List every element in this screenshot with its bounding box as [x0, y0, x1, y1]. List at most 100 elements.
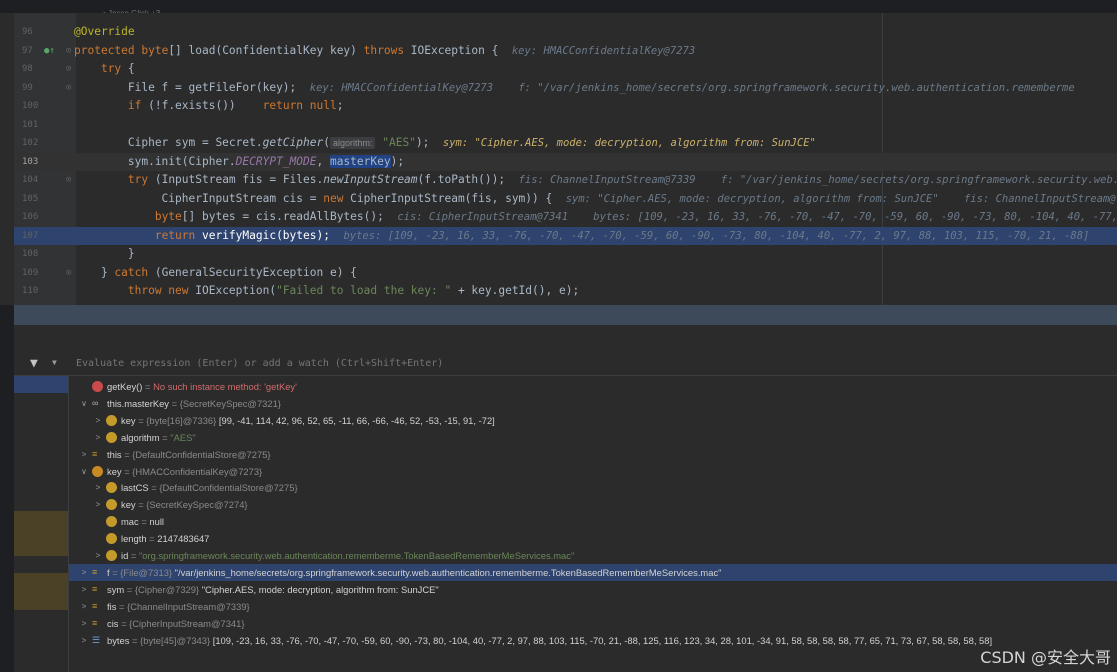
variable-row[interactable]: ∨ ∞ this.masterKey = {SecretKeySpec@7321}	[69, 395, 1117, 412]
code-line[interactable]: 98 ⊙ try {	[14, 60, 1117, 78]
chevron-right-icon[interactable]: >	[93, 429, 103, 446]
variable-eq: =	[109, 566, 121, 578]
chevron-right-icon[interactable]: >	[93, 479, 103, 496]
chevron-right-icon[interactable]: >	[93, 547, 103, 564]
field-icon	[106, 482, 117, 494]
line-number[interactable]: 98	[22, 60, 52, 78]
frames-panel	[14, 376, 69, 672]
line-number[interactable]: 103	[22, 153, 52, 171]
frame-selected[interactable]	[14, 376, 68, 393]
variable-row[interactable]: > key = {SecretKeySpec@7274}	[69, 496, 1117, 513]
line-number[interactable]: 105	[22, 190, 52, 208]
variable-eq: =	[121, 448, 133, 460]
variable-row[interactable]: mac = null	[69, 513, 1117, 530]
variable-name: bytes	[107, 634, 130, 646]
variable-meta: {HMACConfidentialKey@7273}	[132, 465, 263, 477]
frame-highlight[interactable]	[14, 573, 68, 610]
code-token: try	[100, 62, 128, 75]
code-editor[interactable]: 96 @Override 97 ●↑ ⊙ protected byte[] load(Co…	[0, 13, 1117, 305]
code-line[interactable]: 99 ⊙ File f = getFileFor(key); key: HMACC…	[14, 79, 1117, 97]
line-number[interactable]: 104	[22, 171, 52, 189]
code-token: Cipher sym = Secret.	[74, 136, 263, 149]
code-line[interactable]: 106 byte[] bytes = cis.readAllBytes(); c…	[14, 208, 1117, 226]
variable-meta: {File@7313}	[120, 566, 175, 578]
fold-icon[interactable]: ⊙	[66, 46, 71, 56]
chevron-right-icon[interactable]: >	[79, 632, 89, 649]
variable-row[interactable]: > lastCS = {DefaultConfidentialStore@7275…	[69, 479, 1117, 496]
variable-row[interactable]: > ≡ cis = {CipherInputStream@7341}	[69, 615, 1117, 632]
code-token: sym.init(Cipher.	[74, 154, 236, 168]
chevron-down-icon[interactable]: ∨	[79, 395, 89, 412]
line-number[interactable]: 110	[22, 282, 52, 300]
variable-text: length = 2147483647	[121, 530, 209, 547]
filter-icon[interactable]: ▼	[30, 356, 38, 371]
chevron-right-icon[interactable]: >	[79, 598, 89, 615]
override-marker-icon[interactable]: ●↑	[44, 46, 55, 56]
line-number[interactable]: 100	[22, 97, 52, 115]
watch-icon: ∞	[92, 397, 99, 408]
variable-text: fis = {ChannelInputStream@7339}	[107, 598, 250, 615]
variable-row[interactable]: > algorithm = "AES"	[69, 429, 1117, 446]
chevron-right-icon[interactable]: >	[79, 446, 89, 463]
fold-icon[interactable]: ⊙	[66, 268, 71, 278]
line-number[interactable]: 107	[22, 227, 52, 245]
variable-val: [99, -41, 114, 42, 96, 52, 65, -11, 66, …	[218, 414, 495, 426]
variable-eq: =	[146, 533, 158, 545]
variable-row[interactable]: > ≡ fis = {ChannelInputStream@7339}	[69, 598, 1117, 615]
line-number[interactable]: 96	[22, 23, 52, 41]
inline-debug-value: key: HMACConfidentialKey@7273 f: "/var/j…	[309, 81, 1075, 94]
variable-row[interactable]: > id = "org.springframework.security.web.…	[69, 547, 1117, 564]
variable-text: id = "org.springframework.security.web.a…	[121, 547, 574, 564]
variable-row[interactable]: getKey() = No such instance method: 'get…	[69, 378, 1117, 395]
evaluate-expression-input[interactable]	[76, 356, 1076, 370]
code-line[interactable]: 96 @Override	[14, 23, 1117, 41]
code-line[interactable]: 100 if (!f.exists()) return null;	[14, 97, 1117, 115]
code-line[interactable]: 103 sym.init(Cipher.DECRYPT_MODE, master…	[14, 152, 1117, 171]
frame-highlight[interactable]	[14, 511, 68, 556]
variable-name: algorithm	[121, 431, 160, 443]
code-line[interactable]: 107 return verifyMagic(bytes); bytes: [1…	[14, 226, 1117, 245]
parameter-icon	[92, 465, 103, 477]
debug-toolbar	[14, 325, 1117, 352]
variable-row[interactable]: > ≡ this = {DefaultConfidentialStore@7275}	[69, 446, 1117, 463]
variable-row[interactable]: > key = {byte[16]@7336} [99, -41, 114, 42…	[69, 412, 1117, 429]
line-number[interactable]: 101	[22, 116, 52, 134]
fold-icon[interactable]: ⊙	[66, 83, 71, 93]
variable-val: null	[149, 516, 164, 528]
chevron-right-icon[interactable]: >	[93, 412, 103, 429]
variable-row[interactable]: > ☰ bytes = {byte[45]@7343} [109, -23, 16,…	[69, 632, 1117, 649]
variable-row[interactable]: length = 2147483647	[69, 530, 1117, 547]
line-number[interactable]: 108	[22, 245, 52, 263]
line-number[interactable]: 102	[22, 134, 52, 152]
code-line[interactable]: 108 }	[14, 245, 1117, 263]
variable-row[interactable]: > ≡ f = {File@7313} "/var/jenkins_home/sec…	[69, 563, 1117, 581]
variable-meta: {ChannelInputStream@7339}	[127, 600, 250, 612]
variable-row[interactable]: > ≡ sym = {Cipher@7329} "Cipher.AES, mode:…	[69, 581, 1117, 598]
line-number[interactable]: 109	[22, 264, 52, 282]
chevron-right-icon[interactable]: >	[79, 564, 89, 581]
code-line[interactable]: 102 Cipher sym = Secret.getCipher(algori…	[14, 134, 1117, 152]
variable-eq: =	[124, 583, 135, 595]
chevron-right-icon[interactable]: >	[93, 496, 103, 513]
chevron-right-icon[interactable]: >	[79, 581, 89, 598]
code-line[interactable]: 104 ⊙ try (InputStream fis = Files.newInp…	[14, 171, 1117, 189]
code-token: CipherInputStream cis =	[74, 191, 324, 205]
fold-icon[interactable]: ⊙	[66, 175, 71, 185]
code-line[interactable]: 109 ⊙ } catch (GeneralSecurityException e…	[14, 264, 1117, 282]
chevron-down-icon[interactable]: ▼	[52, 358, 57, 367]
code-line[interactable]: 110 throw new IOException("Failed to loa…	[14, 282, 1117, 300]
code-line[interactable]: 105 CipherInputStream cis = new CipherIn…	[14, 190, 1117, 208]
line-number[interactable]: 99	[22, 79, 52, 97]
fold-icon[interactable]: ⊙	[66, 64, 71, 74]
code-line[interactable]: 101	[14, 116, 1117, 134]
variable-val: "/var/jenkins_home/secrets/org.springfra…	[174, 566, 722, 578]
chevron-right-icon[interactable]: >	[79, 615, 89, 632]
code-line[interactable]: 97 ●↑ ⊙ protected byte[] load(ConfidentialK…	[14, 42, 1117, 60]
chevron-down-icon[interactable]: ∨	[79, 463, 89, 480]
code-token: IOException {	[410, 43, 512, 57]
code-token: try	[127, 173, 155, 186]
variable-row[interactable]: ∨ key = {HMACConfidentialKey@7273}	[69, 463, 1117, 480]
line-number[interactable]: 106	[22, 208, 52, 226]
